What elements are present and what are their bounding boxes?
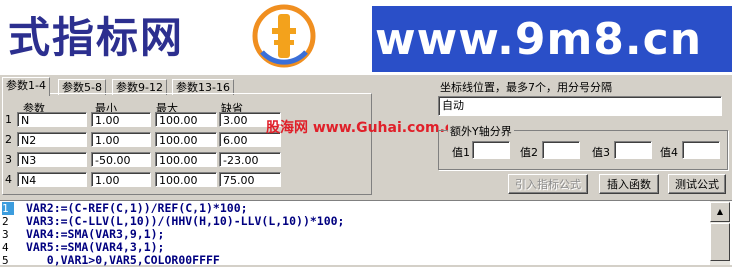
y-value-2-label: 值2 bbox=[520, 146, 538, 159]
param-name-input[interactable]: N bbox=[17, 112, 87, 127]
line-number: 5 bbox=[2, 254, 9, 267]
code-line[interactable]: 0,VAR1>0,VAR5,COLOR00FFFF bbox=[26, 254, 220, 267]
axis-lines-input[interactable]: 自动 bbox=[438, 96, 722, 116]
line-number: 2 bbox=[2, 215, 9, 228]
line-number: 4 bbox=[2, 241, 9, 254]
param-name-input[interactable]: N2 bbox=[17, 132, 87, 147]
editor-scrollbar[interactable]: ▲ bbox=[710, 201, 730, 265]
row-number: 4 bbox=[5, 173, 12, 186]
formula-editor[interactable]: 1 2 3 4 5 VAR2:=(C-REF(C,1))/REF(C,1)*10… bbox=[0, 200, 732, 267]
param-name-input[interactable]: N4 bbox=[17, 172, 87, 187]
line-number-gutter: 1 2 3 4 5 bbox=[0, 201, 22, 267]
param-min-input[interactable]: 1.00 bbox=[91, 172, 151, 187]
site-banner: 式指标网 www.9m8.cn bbox=[0, 0, 732, 75]
scroll-up-arrow-icon[interactable]: ▲ bbox=[710, 202, 730, 222]
y-value-1-label: 值1 bbox=[452, 146, 470, 159]
row-number: 1 bbox=[5, 113, 12, 126]
param-name-input[interactable]: N3 bbox=[17, 152, 87, 167]
param-default-input[interactable]: -23.00 bbox=[219, 152, 281, 167]
param-max-input[interactable]: 100.00 bbox=[155, 172, 217, 187]
y-value-3-input[interactable] bbox=[614, 141, 652, 159]
site-title: 式指标网 bbox=[8, 13, 185, 62]
axis-lines-label: 坐标线位置，最多7个，用分号分隔 bbox=[440, 81, 612, 94]
test-formula-button[interactable]: 测试公式 bbox=[668, 174, 726, 194]
y-value-4-label: 值4 bbox=[660, 146, 678, 159]
params-panel: 参数 最小 最大 缺省 1 N 1.00 100.00 3.00 2 N2 1.… bbox=[2, 93, 372, 195]
param-default-input[interactable]: 75.00 bbox=[219, 172, 281, 187]
site-logo bbox=[252, 4, 316, 68]
y-value-4-input[interactable] bbox=[682, 141, 720, 159]
line-number: 3 bbox=[2, 228, 9, 241]
param-max-input[interactable]: 100.00 bbox=[155, 152, 217, 167]
row-number: 2 bbox=[5, 133, 12, 146]
param-max-input[interactable]: 100.00 bbox=[155, 112, 217, 127]
param-min-input[interactable]: -50.00 bbox=[91, 152, 151, 167]
scrollbar-thumb[interactable] bbox=[710, 223, 730, 261]
tab-params-1-4[interactable]: 参数1-4 bbox=[2, 77, 50, 96]
insert-function-button[interactable]: 插入函数 bbox=[599, 174, 659, 194]
watermark-text: 股海网 www.Guhai.com.cn bbox=[266, 120, 464, 136]
param-min-input[interactable]: 1.00 bbox=[91, 132, 151, 147]
line-number: 1 bbox=[2, 202, 14, 215]
formula-dialog: 参数1-4 参数5-8 参数9-12 参数13-16 参数 最小 最大 缺省 1… bbox=[0, 75, 732, 200]
extra-y-axis-title: 额外Y轴分界 bbox=[448, 123, 514, 139]
row-number: 3 bbox=[5, 153, 12, 166]
param-min-input[interactable]: 1.00 bbox=[91, 112, 151, 127]
import-formula-button[interactable]: 引入指标公式 bbox=[508, 174, 588, 194]
param-max-input[interactable]: 100.00 bbox=[155, 132, 217, 147]
y-value-1-input[interactable] bbox=[472, 141, 510, 159]
site-url: www.9m8.cn bbox=[375, 14, 703, 65]
y-value-2-input[interactable] bbox=[542, 141, 580, 159]
y-value-3-label: 值3 bbox=[592, 146, 610, 159]
